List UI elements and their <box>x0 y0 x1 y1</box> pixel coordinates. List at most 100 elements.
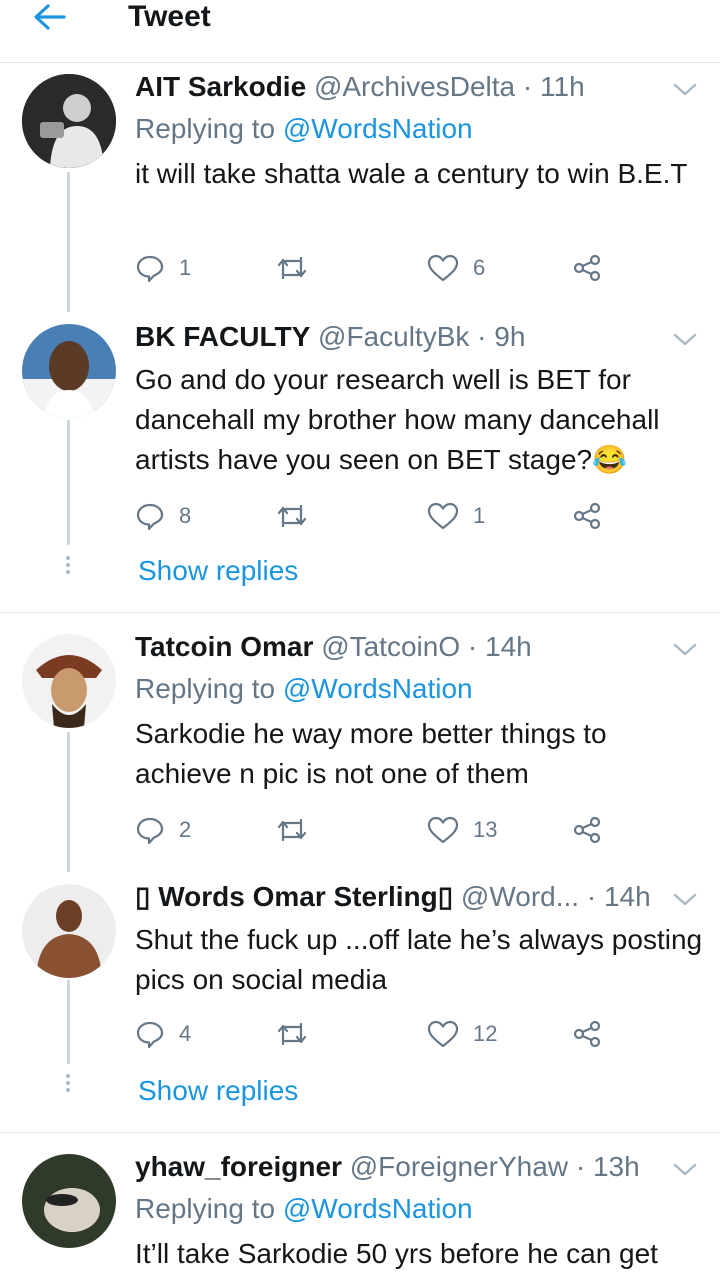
tweet[interactable]: ▯ Words Omar Sterling▯ @Word... · 14h Sh… <box>0 872 720 1132</box>
tweet-text: It’ll take Sarkodie 50 yrs before he can… <box>135 1238 658 1269</box>
mention-link[interactable]: @WordsNation <box>283 673 473 704</box>
avatar[interactable] <box>22 1154 116 1248</box>
like-count: 6 <box>473 255 486 280</box>
replying-to-label: Replying to <box>135 673 283 704</box>
display-name[interactable]: BK FACULTY <box>135 321 310 352</box>
tweet-text: Shut the fuck up ...off late he’s always… <box>135 924 703 995</box>
share-icon <box>573 816 601 844</box>
reply-icon <box>136 255 164 283</box>
tweet-text: Sarkodie he way more better things to ac… <box>135 718 607 789</box>
mention-link[interactable]: @WordsNation <box>283 113 473 144</box>
caret-down-icon[interactable] <box>670 1160 700 1180</box>
timestamp: 14h <box>485 631 532 662</box>
action-bar: 1 6 <box>135 250 615 286</box>
separator-dot: · <box>467 631 478 662</box>
action-bar: 8 1 <box>135 498 615 534</box>
display-name[interactable]: yhaw_foreigner <box>135 1151 342 1182</box>
reply-count: 1 <box>179 255 192 280</box>
share-button[interactable] <box>571 812 603 848</box>
action-bar: 4 12 <box>135 1016 615 1052</box>
replying-to-label: Replying to <box>135 1193 283 1224</box>
like-button[interactable]: 6 <box>427 250 485 286</box>
tweet-text: Go and do your research well is BET for … <box>135 364 660 475</box>
tweet-header: ▯ Words Omar Sterling▯ @Word... · 14h <box>135 880 651 914</box>
share-button[interactable] <box>571 250 603 286</box>
reply-button[interactable]: 4 <box>135 1016 191 1052</box>
like-icon <box>427 1020 459 1048</box>
retweet-icon <box>277 818 307 842</box>
share-icon <box>573 254 601 282</box>
tweet[interactable]: AIT Sarkodie @ArchivesDelta · 11h Replyi… <box>0 62 720 302</box>
divider <box>0 1132 720 1133</box>
avatar[interactable] <box>22 74 116 168</box>
show-replies-link[interactable]: Show replies <box>138 554 298 588</box>
caret-down-icon[interactable] <box>670 330 700 350</box>
timestamp: 9h <box>494 321 526 352</box>
separator-dot: · <box>477 321 487 352</box>
retweet-icon <box>277 1022 307 1046</box>
timestamp: 11h <box>540 71 585 102</box>
share-icon <box>573 1020 601 1048</box>
reply-icon <box>136 1021 164 1049</box>
like-icon <box>427 254 459 282</box>
tweet[interactable]: BK FACULTY @FacultyBk · 9h Go and do you… <box>0 312 720 612</box>
like-button[interactable]: 12 <box>427 1016 497 1052</box>
retweet-button[interactable] <box>275 1016 323 1052</box>
replying-to-label: Replying to <box>135 113 283 144</box>
handle[interactable]: @Word... <box>461 881 579 912</box>
like-count: 13 <box>473 817 498 842</box>
action-bar: 2 13 <box>135 812 615 848</box>
reply-count: 4 <box>179 1021 192 1046</box>
handle[interactable]: @ForeignerYhaw <box>350 1151 568 1182</box>
retweet-icon <box>277 256 307 280</box>
display-name[interactable]: AIT Sarkodie <box>135 71 306 102</box>
separator-dot: · <box>522 71 533 102</box>
tweet[interactable]: yhaw_foreigner @ForeignerYhaw · 13h Repl… <box>0 1142 720 1280</box>
replying-to: Replying to @WordsNation <box>135 672 473 706</box>
reply-button[interactable]: 1 <box>135 250 191 286</box>
replying-to: Replying to @WordsNation <box>135 112 473 146</box>
reply-icon <box>136 503 164 531</box>
timestamp: 14h <box>603 881 651 912</box>
caret-down-icon[interactable] <box>670 890 700 910</box>
reply-count: 2 <box>179 817 192 842</box>
retweet-button[interactable] <box>275 250 323 286</box>
tweet-header: Tatcoin Omar @TatcoinO · 14h <box>135 630 532 664</box>
like-icon <box>427 816 459 844</box>
display-name[interactable]: ▯ Words Omar Sterling▯ <box>135 881 453 912</box>
handle[interactable]: @ArchivesDelta <box>314 71 515 102</box>
handle[interactable]: @FacultyBk <box>318 321 469 352</box>
caret-down-icon[interactable] <box>670 640 700 660</box>
retweet-button[interactable] <box>275 812 323 848</box>
like-icon <box>427 502 459 530</box>
tweet-text: it will take shatta wale a century to wi… <box>135 158 688 189</box>
mention-link[interactable]: @WordsNation <box>283 1193 473 1224</box>
top-bar: Tweet <box>0 0 720 63</box>
separator-dot: · <box>586 881 597 912</box>
like-button[interactable]: 1 <box>427 498 485 534</box>
share-icon <box>573 502 601 530</box>
like-button[interactable]: 13 <box>427 812 497 848</box>
retweet-button[interactable] <box>275 498 323 534</box>
retweet-icon <box>277 504 307 528</box>
tweet-header: yhaw_foreigner @ForeignerYhaw · 13h <box>135 1150 640 1184</box>
reply-count: 8 <box>179 503 192 528</box>
tweet-header: AIT Sarkodie @ArchivesDelta · 11h <box>135 70 585 104</box>
share-button[interactable] <box>571 1016 603 1052</box>
reply-button[interactable]: 2 <box>135 812 191 848</box>
avatar[interactable] <box>22 634 116 728</box>
timestamp: 13h <box>592 1151 640 1182</box>
avatar[interactable] <box>22 324 116 418</box>
caret-down-icon[interactable] <box>670 80 700 100</box>
share-button[interactable] <box>571 498 603 534</box>
show-replies-link[interactable]: Show replies <box>138 1074 298 1108</box>
separator-dot: · <box>575 1151 586 1182</box>
avatar[interactable] <box>22 884 116 978</box>
display-name[interactable]: Tatcoin Omar <box>135 631 313 662</box>
replying-to: Replying to @WordsNation <box>135 1192 473 1226</box>
divider <box>0 612 720 613</box>
handle[interactable]: @TatcoinO <box>321 631 460 662</box>
back-arrow-icon[interactable] <box>28 0 72 34</box>
reply-button[interactable]: 8 <box>135 498 191 534</box>
tweet[interactable]: Tatcoin Omar @TatcoinO · 14h Replying to… <box>0 622 720 862</box>
